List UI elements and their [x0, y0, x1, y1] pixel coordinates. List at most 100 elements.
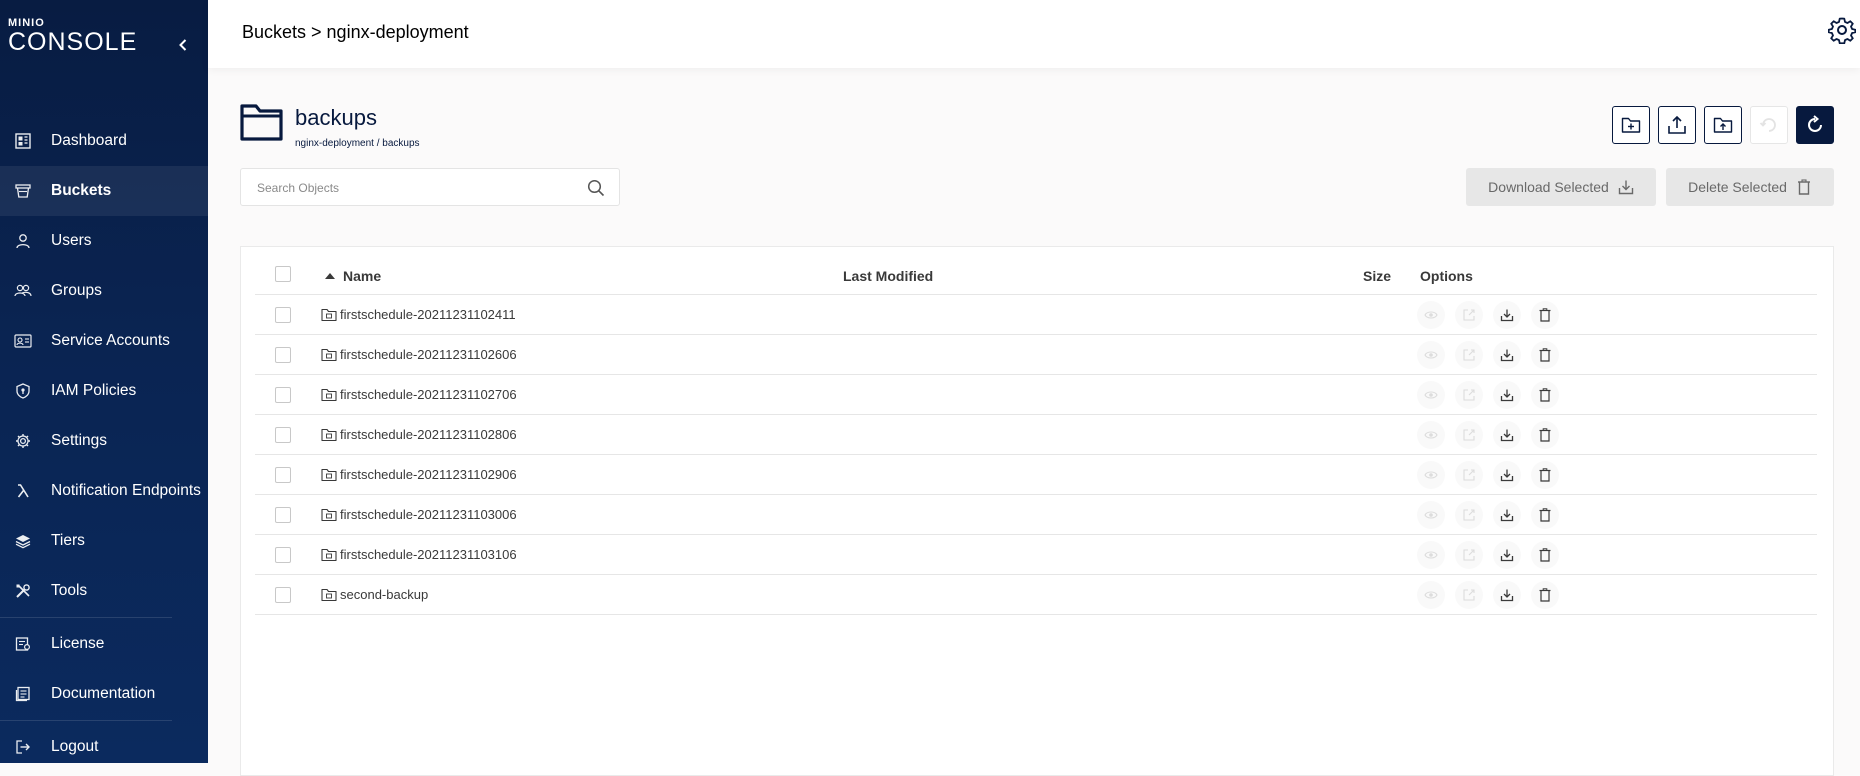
delete-icon[interactable]: [1531, 341, 1559, 369]
object-name[interactable]: firstschedule-20211231102906: [340, 467, 517, 482]
sidebar-item-settings[interactable]: Settings: [0, 416, 208, 466]
preview-icon[interactable]: [1417, 581, 1445, 609]
object-name[interactable]: firstschedule-20211231102806: [340, 427, 517, 442]
sidebar-item-tools[interactable]: Tools: [0, 566, 208, 616]
download-icon[interactable]: [1493, 421, 1521, 449]
row-checkbox[interactable]: [275, 427, 291, 443]
dashboard-icon: [14, 132, 32, 150]
preview-icon[interactable]: [1417, 301, 1445, 329]
object-name[interactable]: firstschedule-20211231103006: [340, 507, 517, 522]
sidebar-item-license[interactable]: License: [0, 619, 208, 669]
table-row[interactable]: second-backup: [255, 575, 1817, 615]
sidebar-item-tiers[interactable]: Tiers: [0, 516, 208, 566]
table-row[interactable]: firstschedule-20211231102411: [255, 295, 1817, 335]
share-icon[interactable]: [1455, 501, 1483, 529]
sidebar-item-notification-endpoints[interactable]: Notification Endpoints: [0, 466, 208, 516]
download-icon[interactable]: [1493, 541, 1521, 569]
folder-icon: [321, 508, 337, 522]
preview-icon[interactable]: [1417, 541, 1445, 569]
settings-gear-icon[interactable]: [1828, 16, 1856, 44]
row-checkbox[interactable]: [275, 467, 291, 483]
row-checkbox[interactable]: [275, 387, 291, 403]
share-icon[interactable]: [1455, 461, 1483, 489]
create-folder-button[interactable]: [1612, 106, 1650, 144]
sidebar-item-logout[interactable]: Logout: [0, 722, 208, 772]
table-row[interactable]: firstschedule-20211231103006: [255, 495, 1817, 535]
breadcrumb[interactable]: Buckets > nginx-deployment: [242, 22, 469, 43]
sidebar-item-label: Notification Endpoints: [51, 482, 201, 499]
new-folder-icon: [1621, 116, 1641, 134]
table-row[interactable]: firstschedule-20211231102606: [255, 335, 1817, 375]
table-row[interactable]: firstschedule-20211231102806: [255, 415, 1817, 455]
download-icon[interactable]: [1493, 461, 1521, 489]
delete-icon[interactable]: [1531, 541, 1559, 569]
service-accounts-icon: [14, 332, 32, 350]
column-header-options: Options: [1420, 268, 1473, 284]
column-header-name[interactable]: Name: [343, 268, 381, 284]
preview-icon[interactable]: [1417, 461, 1445, 489]
folder-icon: [321, 308, 337, 322]
sidebar-item-buckets[interactable]: Buckets: [0, 166, 208, 216]
delete-icon[interactable]: [1531, 381, 1559, 409]
share-icon[interactable]: [1455, 301, 1483, 329]
object-name[interactable]: firstschedule-20211231102706: [340, 387, 517, 402]
object-name[interactable]: firstschedule-20211231102411: [340, 307, 516, 322]
download-icon[interactable]: [1493, 501, 1521, 529]
refresh-button[interactable]: [1796, 106, 1834, 144]
sidebar-item-service-accounts[interactable]: Service Accounts: [0, 316, 208, 366]
rewind-button[interactable]: [1750, 106, 1788, 144]
upload-folder-button[interactable]: [1704, 106, 1742, 144]
sort-ascending-icon[interactable]: [325, 273, 335, 279]
share-icon[interactable]: [1455, 581, 1483, 609]
sidebar-item-groups[interactable]: Groups: [0, 266, 208, 316]
preview-icon[interactable]: [1417, 381, 1445, 409]
search-icon[interactable]: [587, 179, 605, 197]
row-checkbox[interactable]: [275, 587, 291, 603]
trash-icon: [1796, 179, 1812, 195]
sidebar-item-iam-policies[interactable]: IAM Policies: [0, 366, 208, 416]
object-name[interactable]: second-backup: [340, 587, 428, 602]
select-all-checkbox[interactable]: [275, 266, 291, 282]
preview-icon[interactable]: [1417, 501, 1445, 529]
row-checkbox[interactable]: [275, 347, 291, 363]
download-icon[interactable]: [1493, 301, 1521, 329]
column-header-last-modified[interactable]: Last Modified: [843, 268, 933, 284]
sidebar-item-label: Tools: [51, 582, 88, 599]
delete-icon[interactable]: [1531, 501, 1559, 529]
download-icon[interactable]: [1493, 581, 1521, 609]
delete-icon[interactable]: [1531, 301, 1559, 329]
upload-file-button[interactable]: [1658, 106, 1696, 144]
table-row[interactable]: firstschedule-20211231102906: [255, 455, 1817, 495]
preview-icon[interactable]: [1417, 341, 1445, 369]
collapse-sidebar-icon[interactable]: [174, 36, 192, 54]
row-checkbox[interactable]: [275, 307, 291, 323]
share-icon[interactable]: [1455, 341, 1483, 369]
share-icon[interactable]: [1455, 541, 1483, 569]
share-icon[interactable]: [1455, 421, 1483, 449]
table-row[interactable]: firstschedule-20211231102706: [255, 375, 1817, 415]
delete-selected-button[interactable]: Delete Selected: [1666, 168, 1834, 206]
rewind-icon: [1759, 115, 1779, 135]
object-name[interactable]: firstschedule-20211231103106: [340, 547, 517, 562]
row-checkbox[interactable]: [275, 507, 291, 523]
row-checkbox[interactable]: [275, 547, 291, 563]
search-input[interactable]: [257, 179, 577, 197]
sidebar-item-users[interactable]: Users: [0, 216, 208, 266]
search-objects-field[interactable]: [240, 168, 620, 206]
share-icon[interactable]: [1455, 381, 1483, 409]
delete-icon[interactable]: [1531, 581, 1559, 609]
object-name[interactable]: firstschedule-20211231102606: [340, 347, 517, 362]
download-icon[interactable]: [1493, 381, 1521, 409]
delete-icon[interactable]: [1531, 421, 1559, 449]
groups-icon: [14, 282, 32, 300]
column-header-size[interactable]: Size: [1363, 268, 1391, 284]
sidebar-item-documentation[interactable]: Documentation: [0, 669, 208, 719]
download-selected-button[interactable]: Download Selected: [1466, 168, 1656, 206]
folder-icon: [321, 388, 337, 402]
sidebar-item-dashboard[interactable]: Dashboard: [0, 116, 208, 166]
delete-selected-label: Delete Selected: [1688, 179, 1787, 195]
table-row[interactable]: firstschedule-20211231103106: [255, 535, 1817, 575]
delete-icon[interactable]: [1531, 461, 1559, 489]
download-icon[interactable]: [1493, 341, 1521, 369]
preview-icon[interactable]: [1417, 421, 1445, 449]
